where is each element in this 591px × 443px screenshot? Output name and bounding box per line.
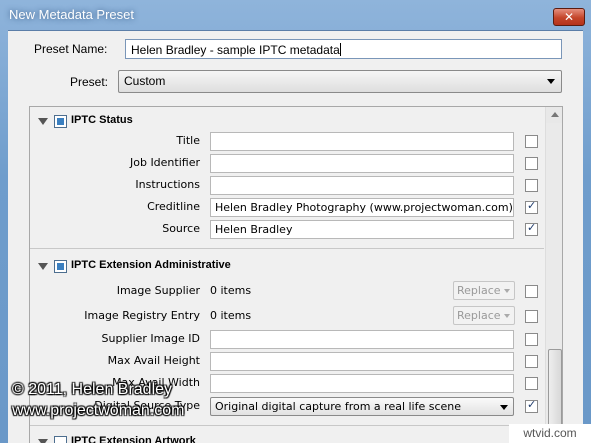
chevron-down-icon [504, 289, 510, 293]
field-label: Title [176, 134, 200, 147]
scroll-up-arrow-icon[interactable] [546, 107, 562, 123]
max-avail-height-checkbox[interactable] [525, 355, 538, 368]
section-title: IPTC Status [71, 114, 133, 126]
disclosure-triangle-icon[interactable] [38, 263, 48, 270]
section-title: IPTC Extension Administrative [71, 259, 231, 271]
field-row-max-avail-height: Max Avail Height [30, 351, 544, 373]
window-title: New Metadata Preset [9, 7, 135, 22]
item-count: 0 items [210, 284, 252, 297]
digital-source-type-value: Original digital capture from a real lif… [215, 400, 462, 413]
max-avail-height-input[interactable] [210, 352, 514, 371]
field-row-instructions: Instructions [30, 175, 544, 197]
job-identifier-checkbox[interactable] [525, 157, 538, 170]
max-avail-width-input[interactable] [210, 374, 514, 393]
section-header-iptc-status[interactable]: IPTC Status [30, 111, 544, 133]
creditline-checkbox[interactable] [525, 199, 538, 214]
field-label: Job Identifier [129, 156, 200, 169]
creditline-input[interactable]: Helen Bradley Photography (www.projectwo… [210, 198, 514, 217]
field-row-image-supplier: Image Supplier 0 items Replace [30, 281, 544, 303]
watermark-url: www.projectwoman.com [12, 402, 185, 419]
field-row-title: Title [30, 131, 544, 153]
source-input[interactable]: Helen Bradley [210, 220, 514, 239]
close-button[interactable]: ✕ [553, 8, 585, 26]
mode-value: Replace [457, 309, 501, 322]
max-avail-width-checkbox[interactable] [525, 377, 538, 390]
field-row-supplier-image-id: Supplier Image ID [30, 329, 544, 351]
vertical-scrollbar[interactable] [545, 107, 562, 443]
digital-source-type-checkbox[interactable] [525, 398, 538, 413]
job-identifier-input[interactable] [210, 154, 514, 173]
section-checkbox-iptc-status[interactable] [54, 115, 67, 128]
preset-name-label: Preset Name: [34, 42, 108, 56]
text-caret [339, 43, 341, 56]
chevron-down-icon [547, 79, 555, 84]
supplier-image-id-checkbox[interactable] [525, 333, 538, 346]
field-row-job-identifier: Job Identifier [30, 153, 544, 175]
digital-source-type-select[interactable]: Original digital capture from a real lif… [210, 397, 514, 416]
dialog-window: New Metadata Preset ✕ Preset Name: Helen… [0, 0, 591, 443]
disclosure-triangle-icon[interactable] [38, 439, 48, 443]
preset-select[interactable]: Custom [118, 70, 562, 93]
field-label: Supplier Image ID [101, 332, 200, 345]
field-label: Max Avail Height [107, 354, 200, 367]
disclosure-triangle-icon[interactable] [38, 118, 48, 125]
section-title: IPTC Extension Artwork [71, 435, 196, 443]
preset-name-value: Helen Bradley - sample IPTC metadata [131, 43, 340, 57]
section-divider [30, 425, 544, 426]
mode-value: Replace [457, 284, 501, 297]
watermark-copyright: © 2011, Helen Bradley [12, 381, 173, 398]
preset-select-value: Custom [124, 74, 166, 88]
title-checkbox[interactable] [525, 135, 538, 148]
supplier-image-id-input[interactable] [210, 330, 514, 349]
image-supplier-checkbox[interactable] [525, 285, 538, 298]
image-supplier-mode-select[interactable]: Replace [453, 281, 515, 300]
field-label: Instructions [135, 178, 200, 191]
chevron-down-icon [500, 405, 508, 410]
section-header-iptc-ext-artwork[interactable]: IPTC Extension Artwork [30, 432, 544, 443]
field-label: Source [162, 222, 200, 235]
section-divider [30, 248, 544, 249]
item-count: 0 items [210, 309, 252, 322]
image-registry-mode-select[interactable]: Replace [453, 306, 515, 325]
brand-logo: wtvid.com [509, 424, 591, 443]
instructions-input[interactable] [210, 176, 514, 195]
title-input[interactable] [210, 132, 514, 151]
image-registry-checkbox[interactable] [525, 310, 538, 323]
field-row-source: Source Helen Bradley [30, 219, 544, 241]
source-checkbox[interactable] [525, 221, 538, 236]
section-checkbox-iptc-ext-admin[interactable] [54, 260, 67, 273]
preset-name-input[interactable]: Helen Bradley - sample IPTC metadata [125, 39, 562, 59]
title-bar[interactable]: New Metadata Preset ✕ [0, 0, 591, 30]
section-header-iptc-ext-admin[interactable]: IPTC Extension Administrative [30, 256, 544, 278]
section-checkbox-iptc-ext-artwork[interactable] [54, 436, 67, 443]
field-label: Image Supplier [116, 284, 200, 297]
preset-label: Preset: [70, 75, 109, 89]
chevron-down-icon [504, 314, 510, 318]
field-label: Creditline [147, 200, 200, 213]
field-row-creditline: Creditline Helen Bradley Photography (ww… [30, 197, 544, 219]
instructions-checkbox[interactable] [525, 179, 538, 192]
field-label: Image Registry Entry [84, 309, 200, 322]
field-row-image-registry: Image Registry Entry 0 items Replace [30, 306, 544, 328]
